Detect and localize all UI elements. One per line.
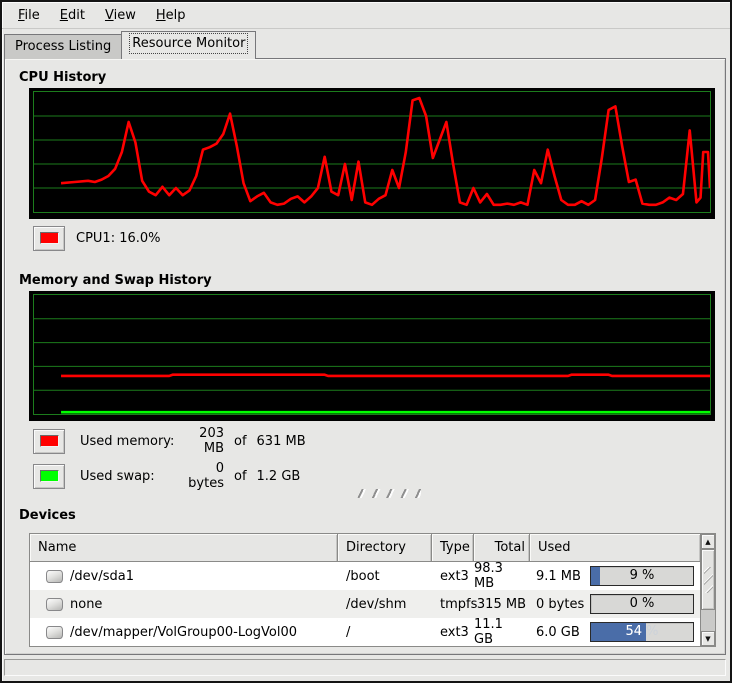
cpu-line-chart <box>34 92 710 212</box>
cpu-legend: CPU1: 16.0% <box>33 225 161 251</box>
cpu-history-title: CPU History <box>19 70 106 85</box>
drive-icon <box>46 570 63 583</box>
device-row-none[interactable]: none /dev/shm tmpfs 315 MB 0 bytes 0 % 0… <box>30 590 700 618</box>
used-progressbar: 0 % 0 % <box>590 594 694 614</box>
memory-line-chart <box>34 295 710 414</box>
device-directory: /dev/shm <box>338 590 432 618</box>
header-name[interactable]: Name <box>30 534 338 562</box>
progressbar-label-clip: 54 % <box>591 623 646 641</box>
scroll-down-icon: ▼ <box>705 635 710 643</box>
devices-table: Name Directory Type Total Used /dev/sda1… <box>29 533 716 647</box>
progressbar-label-overlay: 9 % <box>591 567 600 585</box>
pane-resize-grip[interactable] <box>355 489 421 498</box>
menu-edit[interactable]: Edit <box>50 5 95 26</box>
drive-icon <box>46 626 63 639</box>
menu-help[interactable]: Help <box>146 5 196 26</box>
memory-plot-area <box>33 294 711 415</box>
device-total: 315 MB <box>474 590 530 618</box>
scrollbar-trough[interactable] <box>701 610 715 631</box>
memory-total-value: 631 MB <box>257 434 306 449</box>
device-type: ext3 <box>432 618 474 646</box>
scrollbar-thumb[interactable] <box>701 549 715 610</box>
swap-legend-label: Used swap: <box>80 469 176 484</box>
memory-used-value: 203 MB <box>176 426 224 456</box>
cpu-color-swatch-icon <box>40 232 59 244</box>
device-row-sda1[interactable]: /dev/sda1 /boot ext3 98.3 MB 9.1 MB 9 % … <box>30 562 700 590</box>
header-directory[interactable]: Directory <box>338 534 432 562</box>
menu-file[interactable]: File <box>8 5 50 26</box>
scroll-up-button[interactable]: ▲ <box>701 534 715 549</box>
tab-resource-monitor-label: Resource Monitor <box>132 36 245 51</box>
used-progressbar: 54 % 54 % <box>590 622 694 642</box>
header-total[interactable]: Total <box>474 534 530 562</box>
scrollbar-grip-icon <box>704 567 713 593</box>
used-progressbar: 9 % 9 % <box>590 566 694 586</box>
memory-legend: Used memory: 203 MB of 631 MB <box>33 428 306 454</box>
vertical-scrollbar[interactable]: ▲ ▼ <box>700 534 715 646</box>
memory-swap-graph <box>29 291 715 421</box>
swap-used-value: 0 bytes <box>176 461 224 491</box>
device-type: ext3 <box>432 562 474 590</box>
device-total: 11.1 GB <box>474 618 530 646</box>
drive-icon <box>46 598 63 611</box>
device-name: /dev/sda1 <box>70 569 134 584</box>
cpu-plot-area <box>33 91 711 213</box>
memory-color-swatch-icon <box>40 435 59 447</box>
memory-color-button[interactable] <box>33 429 65 454</box>
memory-of-text: of <box>234 434 247 449</box>
scroll-down-button[interactable]: ▼ <box>701 631 715 646</box>
device-used: 9.1 MB <box>536 569 581 584</box>
resource-monitor-page: CPU History CPU1: 16.0% Memory and Swap … <box>4 58 726 655</box>
header-used[interactable]: Used <box>530 534 700 562</box>
memory-history-title: Memory and Swap History <box>19 273 212 288</box>
device-type: tmpfs <box>432 590 474 618</box>
tab-bar: Process Listing Resource Monitor <box>4 31 256 59</box>
swap-color-swatch-icon <box>40 470 59 482</box>
device-used: 0 bytes <box>536 597 584 612</box>
cpu-color-button[interactable] <box>33 226 65 251</box>
progressbar-label-clip: 9 % <box>591 567 600 585</box>
tab-process-listing-label: Process Listing <box>15 39 111 54</box>
device-directory: / <box>338 618 432 646</box>
progressbar-label: 9 % <box>591 567 693 585</box>
cpu-history-graph <box>29 88 715 219</box>
menu-view[interactable]: View <box>95 5 146 26</box>
swap-of-text: of <box>234 469 247 484</box>
device-name: /dev/mapper/VolGroup00-LogVol00 <box>70 625 297 640</box>
swap-legend: Used swap: 0 bytes of 1.2 GB <box>33 463 300 489</box>
device-row-volgroup[interactable]: /dev/mapper/VolGroup00-LogVol00 / ext3 1… <box>30 618 700 646</box>
system-monitor-window: File Edit View Help Process Listing Reso… <box>0 0 732 683</box>
statusbar <box>4 659 726 676</box>
swap-total-value: 1.2 GB <box>257 469 301 484</box>
scroll-up-icon: ▲ <box>705 538 710 546</box>
tab-resource-monitor[interactable]: Resource Monitor <box>121 31 256 59</box>
devices-table-body: Name Directory Type Total Used /dev/sda1… <box>30 534 700 646</box>
cpu-usage-label: CPU1: 16.0% <box>76 231 161 246</box>
memory-legend-label: Used memory: <box>80 434 176 449</box>
devices-title: Devices <box>19 508 76 523</box>
tab-process-listing[interactable]: Process Listing <box>4 34 121 59</box>
device-used: 6.0 GB <box>536 625 580 640</box>
progressbar-label: 0 % <box>591 595 693 613</box>
swap-color-button[interactable] <box>33 464 65 489</box>
device-directory: /boot <box>338 562 432 590</box>
device-total: 98.3 MB <box>474 562 530 590</box>
menubar: File Edit View Help <box>2 2 730 29</box>
progressbar-label-overlay: 54 % <box>591 623 646 641</box>
devices-table-header: Name Directory Type Total Used <box>30 534 700 562</box>
device-name: none <box>70 597 102 612</box>
header-type[interactable]: Type <box>432 534 474 562</box>
